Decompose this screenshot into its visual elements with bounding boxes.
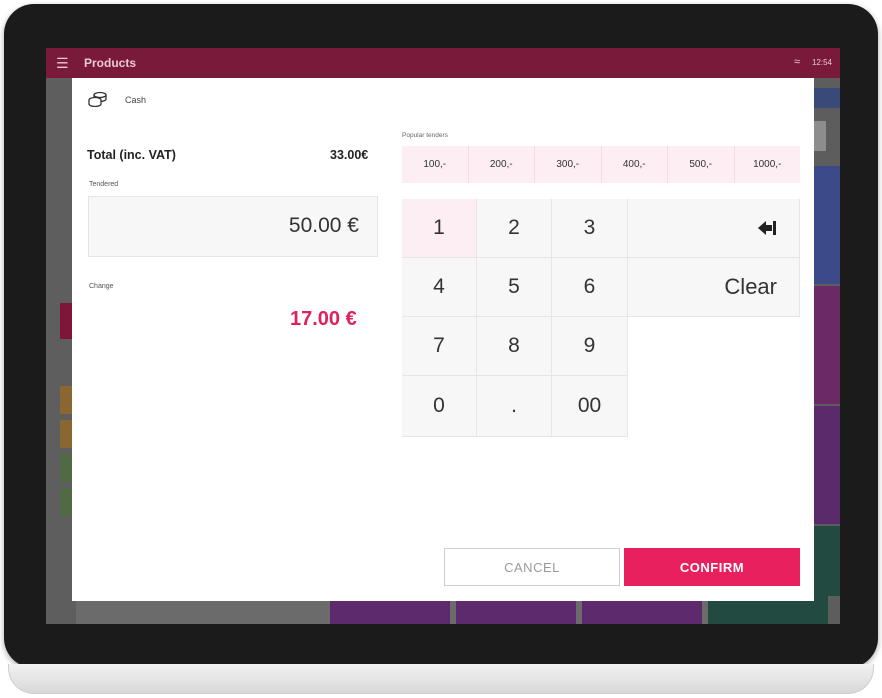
coins-icon — [88, 91, 107, 107]
tender-button[interactable]: 500,- — [668, 146, 735, 183]
backspace-button[interactable] — [628, 199, 800, 258]
clear-button[interactable]: Clear — [628, 258, 800, 317]
keypad-key-3[interactable]: 3 — [552, 199, 628, 258]
keypad-key-decimal[interactable]: . — [477, 376, 552, 437]
keypad-key-9[interactable]: 9 — [552, 317, 628, 376]
app-title: Products — [84, 56, 137, 70]
clock: 12:54 — [811, 58, 832, 67]
tender-button[interactable]: 100,- — [402, 146, 469, 183]
keypad-key-0[interactable]: 0 — [402, 376, 477, 437]
tender-button[interactable]: 1000,- — [734, 146, 800, 183]
payment-method-label: Cash — [125, 95, 147, 105]
keypad-key-5[interactable]: 5 — [477, 258, 552, 317]
confirm-button[interactable]: CONFIRM — [624, 548, 800, 586]
keypad-key-1[interactable]: 1 — [402, 199, 477, 258]
tender-button[interactable]: 400,- — [601, 146, 668, 183]
backspace-icon — [758, 221, 776, 235]
popular-tenders-row: 100,- 200,- 300,- 400,- 500,- 1000,- — [402, 146, 800, 183]
total-value: 33.00€ — [330, 148, 369, 162]
payment-dialog: Cash Total (inc. VAT) 33.00€ Tendered 50… — [72, 78, 814, 601]
change-value: 17.00 € — [290, 308, 357, 330]
background-field — [814, 121, 826, 151]
tendered-input[interactable]: 50.00 € — [88, 196, 378, 257]
change-label: Change — [89, 283, 114, 290]
cancel-button[interactable]: CANCEL — [444, 548, 620, 586]
background-tile — [814, 166, 840, 284]
total-label: Total (inc. VAT) — [87, 148, 176, 162]
keypad-key-2[interactable]: 2 — [477, 199, 552, 258]
keypad-key-4[interactable]: 4 — [402, 258, 477, 317]
background-tile — [814, 406, 840, 524]
tablet-stand — [8, 664, 874, 694]
popular-tenders-label: Popular tenders — [402, 132, 448, 139]
keypad-key-7[interactable]: 7 — [402, 317, 477, 376]
tender-button[interactable]: 300,- — [535, 146, 602, 183]
background-tab — [814, 88, 840, 108]
app-top-bar: ☰ Products ≈ 12:54 — [46, 48, 840, 78]
background-tile — [814, 286, 840, 404]
dialog-header: Cash — [72, 78, 814, 120]
keypad-key-6[interactable]: 6 — [552, 258, 628, 317]
tender-button[interactable]: 200,- — [468, 146, 535, 183]
wifi-icon: ≈ — [793, 56, 800, 68]
background-tile — [814, 526, 840, 596]
keypad-key-8[interactable]: 8 — [477, 317, 552, 376]
tendered-label: Tendered — [89, 181, 119, 188]
hamburger-menu-icon[interactable]: ☰ — [56, 56, 69, 70]
keypad-key-00[interactable]: 00 — [552, 376, 628, 437]
tendered-value: 50.00 € — [288, 214, 359, 237]
